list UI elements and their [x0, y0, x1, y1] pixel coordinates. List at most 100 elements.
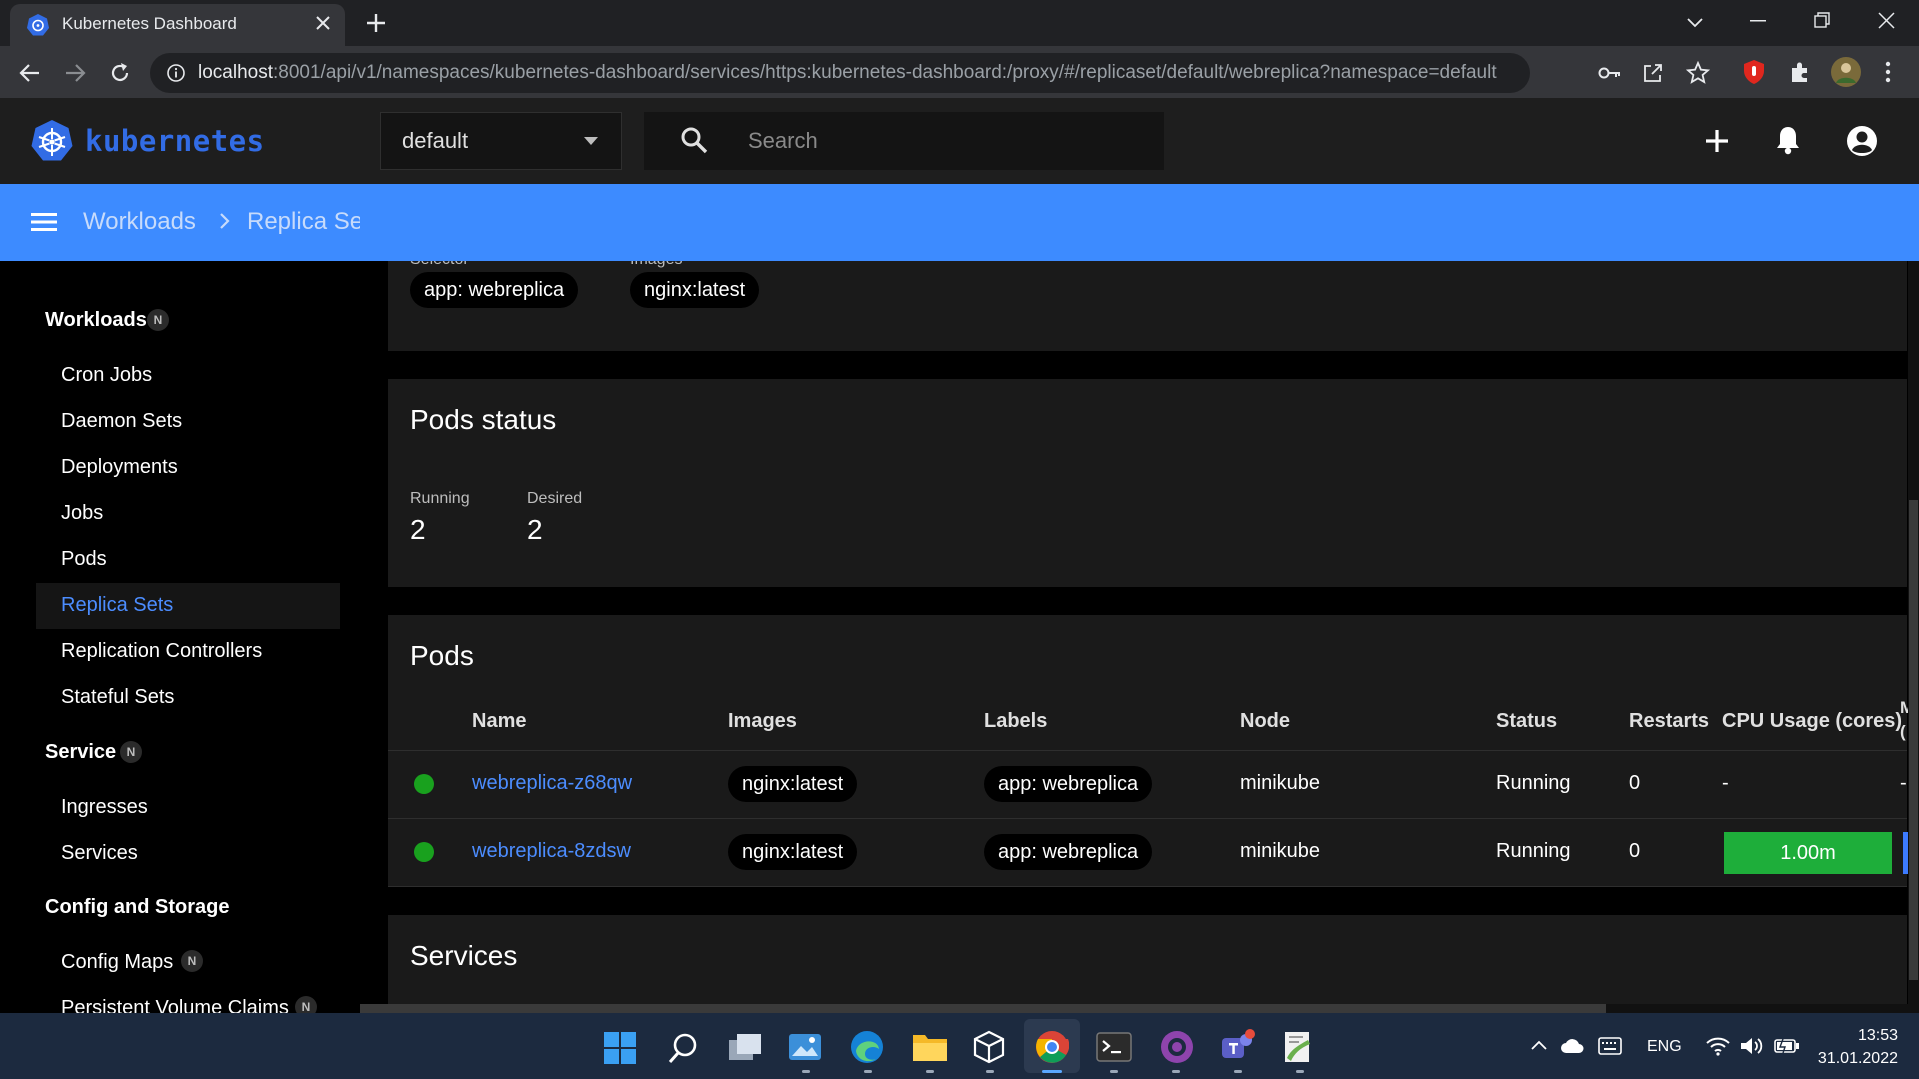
sidebar-item-daemon-sets[interactable]: Daemon Sets	[61, 410, 182, 433]
column-header-node[interactable]: Node	[1240, 710, 1290, 733]
table-divider	[388, 886, 1907, 887]
desired-value: 2	[527, 514, 543, 545]
site-info-icon[interactable]	[166, 63, 186, 83]
task-view-icon[interactable]	[728, 1033, 762, 1061]
wifi-icon[interactable]	[1706, 1036, 1730, 1056]
taskbar	[0, 1013, 1919, 1079]
column-header-restarts[interactable]: Restarts	[1629, 710, 1709, 733]
dropdown-arrow-icon	[584, 137, 598, 145]
menu-hamburger-icon[interactable]	[31, 212, 57, 232]
sidebar-section-workloads[interactable]: Workloads	[45, 309, 147, 332]
sidebar-item-replication-controllers[interactable]: Replication Controllers	[61, 640, 262, 663]
notifications-bell-icon[interactable]	[1775, 125, 1801, 155]
sidebar-item-stateful-sets[interactable]: Stateful Sets	[61, 686, 174, 709]
reload-icon[interactable]	[108, 61, 132, 85]
pod-node[interactable]: minikube	[1240, 840, 1320, 863]
new-badge: N	[120, 741, 142, 763]
sidebar-item-ingresses[interactable]: Ingresses	[61, 796, 148, 819]
touch-keyboard-icon[interactable]	[1598, 1037, 1622, 1055]
pods-status-card	[388, 379, 1907, 587]
breadcrumb-bg-overlay	[360, 184, 1919, 261]
pod-name-link[interactable]: webreplica-8zdsw	[472, 840, 631, 863]
search-input[interactable]	[644, 112, 1164, 170]
pod-node[interactable]: minikube	[1240, 772, 1320, 795]
column-header-labels: Labels	[984, 710, 1048, 732]
sidebar-section-config-and-storage[interactable]: Config and Storage	[45, 896, 229, 919]
sidebar-section-service[interactable]: Service	[45, 741, 116, 764]
account-icon[interactable]	[1846, 125, 1878, 157]
kubernetes-favicon-icon	[26, 13, 50, 37]
windows-start-icon[interactable]	[604, 1032, 636, 1064]
sidebar-item-replica-sets[interactable]: Replica Sets	[61, 594, 173, 617]
file-explorer-icon[interactable]	[912, 1032, 948, 1062]
running-app-indicator	[986, 1070, 994, 1073]
clock-time[interactable]: 13:53	[1838, 1027, 1898, 1045]
notepad-plus-icon[interactable]	[1282, 1030, 1314, 1064]
minimize-window-icon[interactable]	[1750, 20, 1766, 22]
create-plus-icon[interactable]	[1704, 128, 1730, 154]
edge-browser-icon[interactable]	[850, 1030, 884, 1064]
chrome-browser-icon[interactable]	[1035, 1030, 1069, 1064]
github-desktop-icon[interactable]	[1160, 1030, 1194, 1064]
taskbar-search-icon[interactable]	[668, 1032, 698, 1064]
desired-label: Desired	[527, 490, 583, 507]
running-label: Running	[410, 490, 470, 507]
column-header-status[interactable]: Status	[1496, 710, 1557, 733]
extensions-puzzle-icon[interactable]	[1788, 60, 1812, 84]
close-tab-icon[interactable]	[314, 14, 332, 32]
breadcrumb-workloads[interactable]: Workloads	[83, 208, 196, 236]
sidebar-item-pods[interactable]: Pods	[61, 548, 107, 571]
sidebar-item-jobs[interactable]: Jobs	[61, 502, 103, 525]
sidebar-item-config-maps[interactable]: Config Maps	[61, 951, 173, 974]
brand-title[interactable]: kubernetes	[85, 124, 265, 158]
pod-name-link[interactable]: webreplica-z68qw	[472, 772, 632, 795]
sidebar-item-services[interactable]: Services	[61, 842, 138, 865]
adblock-extension-icon[interactable]	[1742, 59, 1766, 85]
running-app-indicator	[864, 1070, 872, 1073]
new-badge: N	[147, 309, 169, 331]
tray-chevron-up-icon[interactable]	[1530, 1039, 1548, 1051]
table-divider	[388, 750, 1907, 751]
details-card	[388, 261, 1907, 351]
chevron-right-icon	[219, 212, 231, 230]
column-header-images: Images	[728, 710, 797, 732]
cpu-usage-sparkline[interactable]: 1.00m	[1724, 832, 1892, 874]
forward-arrow-icon[interactable]	[64, 62, 86, 84]
url-text[interactable]: localhost:8001/api/v1/namespaces/kuberne…	[198, 62, 1497, 84]
services-title: Services	[410, 940, 518, 971]
horizontal-scrollbar-thumb[interactable]	[360, 1004, 1606, 1013]
tab-search-chevron-icon[interactable]	[1686, 13, 1704, 31]
table-divider	[388, 818, 1907, 819]
virtualbox-cube-icon[interactable]	[972, 1030, 1006, 1064]
column-header-name[interactable]: Name	[472, 710, 526, 733]
terminal-icon[interactable]	[1096, 1032, 1132, 1062]
battery-charging-icon[interactable]	[1774, 1038, 1800, 1054]
onedrive-cloud-icon[interactable]	[1560, 1038, 1584, 1054]
pod-restarts: 0	[1629, 772, 1641, 794]
pod-label-chip: app: webreplica	[984, 834, 1153, 870]
running-value: 2	[410, 514, 426, 545]
vertical-scrollbar-thumb[interactable]	[1909, 500, 1918, 980]
volume-speaker-icon[interactable]	[1740, 1036, 1764, 1056]
restore-window-icon[interactable]	[1814, 12, 1830, 28]
back-arrow-icon[interactable]	[19, 62, 41, 84]
sidebar-item-deployments[interactable]: Deployments	[61, 456, 178, 479]
share-icon[interactable]	[1642, 62, 1664, 84]
bookmark-star-icon[interactable]	[1686, 61, 1710, 85]
new-tab-icon[interactable]	[365, 12, 387, 34]
clock-date[interactable]: 31.01.2022	[1814, 1050, 1898, 1068]
profile-avatar[interactable]	[1830, 56, 1862, 88]
teams-chat-icon[interactable]	[1220, 1028, 1256, 1064]
input-language[interactable]: ENG	[1647, 1038, 1682, 1056]
url-host: localhost	[198, 62, 273, 83]
photos-app-icon[interactable]	[788, 1031, 822, 1063]
browser-menu-icon[interactable]	[1884, 61, 1892, 83]
sidebar-item-cron-jobs[interactable]: Cron Jobs	[61, 364, 152, 387]
kubernetes-logo-icon[interactable]	[30, 119, 74, 163]
pod-label-chip: app: webreplica	[984, 766, 1153, 802]
pods-status-title: Pods status	[410, 404, 557, 435]
key-icon[interactable]	[1598, 64, 1622, 82]
running-app-indicator	[1172, 1070, 1180, 1073]
close-window-icon[interactable]	[1878, 12, 1895, 29]
image-chip: nginx:latest	[630, 272, 760, 308]
